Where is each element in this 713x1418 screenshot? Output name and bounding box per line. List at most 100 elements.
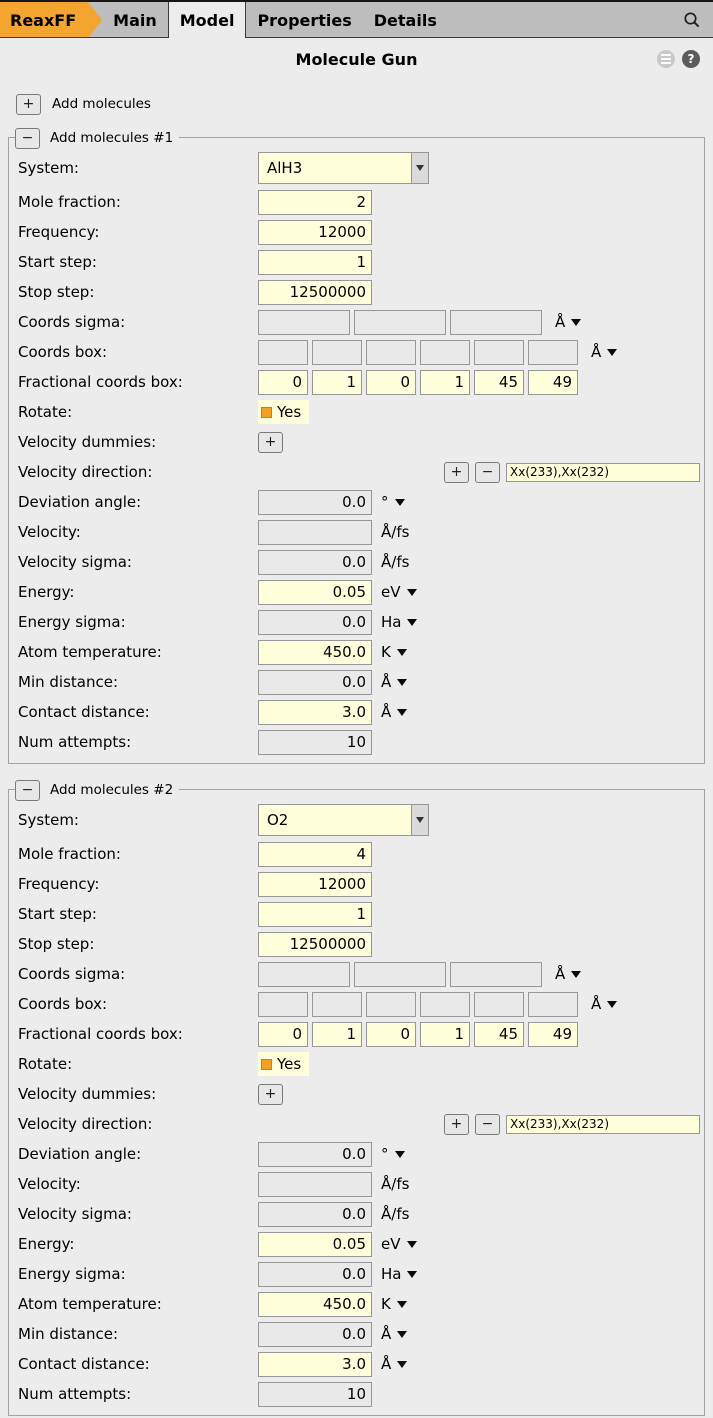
fractional-coords-input[interactable] — [258, 1022, 308, 1047]
velocity-sigma-input[interactable] — [258, 550, 372, 575]
energy-sigma-input[interactable] — [258, 1262, 372, 1287]
unit-dropdown[interactable]: Ha — [381, 613, 417, 631]
frequency-input[interactable] — [258, 872, 372, 897]
coords-box-input[interactable] — [528, 340, 578, 365]
fractional-coords-input[interactable] — [366, 370, 416, 395]
unit-dropdown[interactable]: ° — [381, 493, 405, 511]
collapse-group-button[interactable]: − — [15, 780, 40, 801]
velocity-direction-input[interactable] — [506, 463, 700, 482]
system-dropdown-button[interactable] — [412, 804, 429, 836]
unit-dropdown[interactable]: ° — [381, 1145, 405, 1163]
energy-input[interactable] — [258, 580, 372, 605]
frequency-input[interactable] — [258, 220, 372, 245]
deviation-angle-input[interactable] — [258, 1142, 372, 1167]
fractional-coords-input[interactable] — [312, 370, 362, 395]
num-attempts-input[interactable] — [258, 730, 372, 755]
coords-box-input[interactable] — [258, 340, 308, 365]
unit-dropdown[interactable]: Å — [381, 673, 407, 691]
energy-sigma-input[interactable] — [258, 610, 372, 635]
system-combobox[interactable] — [258, 804, 429, 836]
velocity-input[interactable] — [258, 520, 372, 545]
tab-properties[interactable]: Properties — [246, 2, 362, 38]
unit-dropdown[interactable]: Å — [381, 703, 407, 721]
collapse-group-button[interactable]: − — [15, 128, 40, 149]
system-dropdown-button[interactable] — [412, 152, 429, 184]
rotate-checkbox[interactable]: Yes — [258, 400, 309, 424]
rotate-checkbox[interactable]: Yes — [258, 1052, 309, 1076]
min-distance-input[interactable] — [258, 670, 372, 695]
search-button[interactable] — [683, 11, 701, 29]
tab-main[interactable]: Main — [102, 2, 168, 38]
fractional-coords-input[interactable] — [258, 370, 308, 395]
velocity-direction-remove-button[interactable]: − — [475, 462, 500, 483]
min-distance-input[interactable] — [258, 1322, 372, 1347]
unit-dropdown[interactable]: eV — [381, 1235, 417, 1253]
velocity-sigma-input[interactable] — [258, 1202, 372, 1227]
coords-sigma-input[interactable] — [258, 310, 350, 335]
start-step-input[interactable] — [258, 250, 372, 275]
coords-sigma-input[interactable] — [450, 310, 542, 335]
tab-model[interactable]: Model — [168, 2, 247, 38]
fractional-coords-input[interactable] — [474, 1022, 524, 1047]
atom-temperature-input[interactable] — [258, 640, 372, 665]
add-molecules-button[interactable]: + — [16, 94, 41, 115]
velocity-direction-add-button[interactable]: + — [444, 462, 469, 483]
coords-box-input[interactable] — [312, 992, 362, 1017]
tab-details[interactable]: Details — [363, 2, 448, 38]
coords-box-input[interactable] — [258, 992, 308, 1017]
unit-dropdown[interactable]: Å — [555, 313, 581, 331]
fractional-coords-input[interactable] — [528, 1022, 578, 1047]
coords-box-input[interactable] — [366, 992, 416, 1017]
unit-dropdown[interactable]: Å — [381, 1325, 407, 1343]
velocity-direction-input[interactable] — [506, 1115, 700, 1134]
fractional-coords-input[interactable] — [474, 370, 524, 395]
system-input[interactable] — [258, 804, 412, 836]
velocity-dummies-add-button[interactable]: + — [258, 432, 283, 453]
fractional-coords-input[interactable] — [312, 1022, 362, 1047]
fractional-coords-input[interactable] — [366, 1022, 416, 1047]
menu-button[interactable] — [657, 50, 675, 68]
coords-sigma-input[interactable] — [354, 962, 446, 987]
velocity-input[interactable] — [258, 1172, 372, 1197]
energy-input[interactable] — [258, 1232, 372, 1257]
coords-box-input[interactable] — [366, 340, 416, 365]
help-button[interactable]: ? — [682, 50, 700, 68]
coords-sigma-input[interactable] — [354, 310, 446, 335]
fractional-coords-input[interactable] — [528, 370, 578, 395]
unit-dropdown[interactable]: Å — [591, 343, 617, 361]
coords-box-input[interactable] — [528, 992, 578, 1017]
velocity-direction-add-button[interactable]: + — [444, 1114, 469, 1135]
velocity-direction-remove-button[interactable]: − — [475, 1114, 500, 1135]
coords-box-input[interactable] — [312, 340, 362, 365]
contact-distance-input[interactable] — [258, 700, 372, 725]
coords-box-input[interactable] — [474, 992, 524, 1017]
coords-box-input[interactable] — [420, 992, 470, 1017]
atom-temperature-input[interactable] — [258, 1292, 372, 1317]
num-attempts-label: Num attempts: — [13, 1385, 258, 1403]
mole-fraction-input[interactable] — [258, 190, 372, 215]
system-combobox[interactable] — [258, 152, 429, 184]
contact-distance-input[interactable] — [258, 1352, 372, 1377]
unit-dropdown[interactable]: Å — [555, 965, 581, 983]
fractional-coords-input[interactable] — [420, 1022, 470, 1047]
mole-fraction-input[interactable] — [258, 842, 372, 867]
deviation-angle-input[interactable] — [258, 490, 372, 515]
coords-sigma-input[interactable] — [450, 962, 542, 987]
tab-reaxff[interactable]: ReaxFF — [0, 2, 102, 38]
unit-dropdown[interactable]: K — [381, 1295, 407, 1313]
unit-dropdown[interactable]: Ha — [381, 1265, 417, 1283]
unit-dropdown[interactable]: Å — [381, 1355, 407, 1373]
start-step-input[interactable] — [258, 902, 372, 927]
system-input[interactable] — [258, 152, 412, 184]
coords-box-input[interactable] — [420, 340, 470, 365]
velocity-dummies-add-button[interactable]: + — [258, 1084, 283, 1105]
stop-step-input[interactable] — [258, 932, 372, 957]
num-attempts-input[interactable] — [258, 1382, 372, 1407]
stop-step-input[interactable] — [258, 280, 372, 305]
unit-dropdown[interactable]: Å — [591, 995, 617, 1013]
coords-sigma-input[interactable] — [258, 962, 350, 987]
fractional-coords-input[interactable] — [420, 370, 470, 395]
coords-box-input[interactable] — [474, 340, 524, 365]
unit-dropdown[interactable]: eV — [381, 583, 417, 601]
unit-dropdown[interactable]: K — [381, 643, 407, 661]
